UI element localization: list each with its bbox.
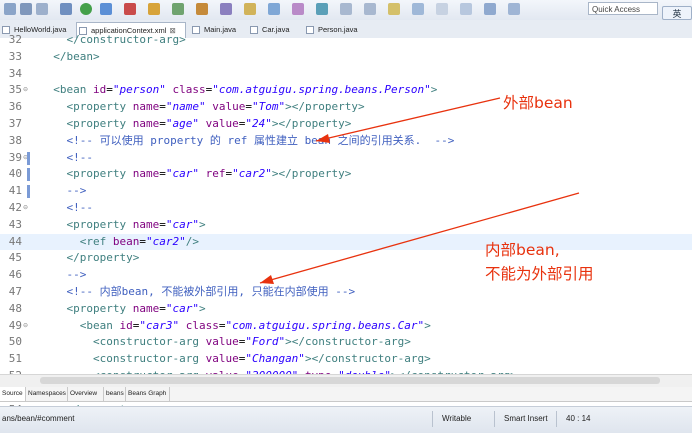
- tab-source[interactable]: Source: [0, 387, 26, 401]
- inner-bean-arrowhead: [260, 275, 274, 284]
- tab-namespaces[interactable]: Namespaces: [26, 387, 68, 401]
- outer-bean-label: 外部bean: [503, 94, 573, 112]
- inner-bean-label-line1: 内部bean,: [485, 241, 560, 259]
- scrollbar-thumb[interactable]: [40, 377, 660, 384]
- status-path: ans/bean/#comment: [2, 414, 75, 423]
- status-bar: ans/bean/#comment Writable Smart Insert …: [0, 406, 692, 433]
- outer-bean-arrow: [315, 97, 501, 142]
- editor-mode-tabs: Source Namespaces Overview beans Beans G…: [0, 387, 692, 402]
- annotation-overlay: [259, 97, 580, 284]
- status-divider: [432, 411, 433, 427]
- inner-bean-label-line2: 不能为外部引用: [485, 265, 594, 283]
- tab-beans[interactable]: beans: [104, 387, 126, 401]
- status-insert-mode: Smart Insert: [504, 414, 548, 423]
- tab-beans-graph[interactable]: Beans Graph: [126, 387, 170, 401]
- horizontal-scrollbar[interactable]: [0, 374, 692, 387]
- status-divider: [494, 411, 495, 427]
- status-writable: Writable: [442, 414, 472, 423]
- outer-bean-arrowhead: [316, 134, 330, 143]
- tab-overview[interactable]: Overview: [68, 387, 104, 401]
- status-cursor-position: 40 : 14: [566, 414, 591, 423]
- status-divider: [556, 411, 557, 427]
